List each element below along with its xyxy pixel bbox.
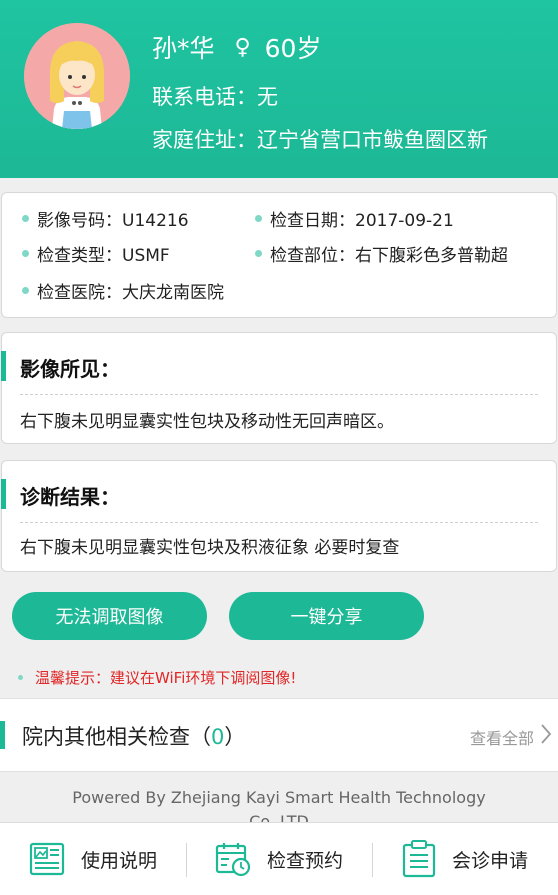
- no-image-button[interactable]: 无法调取图像: [12, 592, 207, 640]
- related-count: 0: [211, 725, 225, 749]
- findings-card: 影像所见： 右下腹未见明显囊实性包块及移动性无回声暗区。: [1, 332, 557, 444]
- bullet-icon: [18, 675, 23, 680]
- tab-instructions[interactable]: 使用说明: [0, 823, 186, 895]
- section-accent-bar: [1, 351, 6, 381]
- chevron-right-icon[interactable]: [540, 723, 552, 750]
- calendar-clock-icon: [215, 843, 251, 877]
- related-exams-title: 院内其他相关检查（0）: [22, 725, 246, 749]
- patient-header: 孙*华 ♀ 60岁 联系电话：无 家庭住址：辽宁省营口市鲅鱼圈区新: [0, 0, 558, 178]
- findings-title: 影像所见：: [20, 357, 120, 381]
- tab-label: 会诊申请: [451, 849, 528, 872]
- tab-consultation[interactable]: 会诊申请: [372, 823, 558, 895]
- girl-avatar-icon: [24, 23, 130, 129]
- powered-by-text: Powered By Zhejiang Kayi Smart Health Te…: [72, 788, 486, 822]
- wifi-tip: 温馨提示：建议在WiFi环境下调阅图像!: [18, 667, 296, 688]
- related-exams-row[interactable]: 院内其他相关检查（0） 查看全部: [0, 698, 558, 772]
- exam-part: 检查部位：右下腹彩色多普勒超: [255, 241, 508, 266]
- bottom-tab-bar: 使用说明 检查预约 会诊申请: [0, 822, 558, 895]
- findings-text: 右下腹未见明显囊实性包块及移动性无回声暗区。: [20, 412, 394, 432]
- exam-hospital: 检查医院：大庆龙南医院: [22, 278, 224, 303]
- diagnosis-text: 右下腹未见明显囊实性包块及积液征象 必要时复查: [20, 538, 400, 558]
- diagnosis-title: 诊断结果：: [20, 485, 120, 509]
- section-accent-bar: [0, 721, 5, 749]
- female-icon: ♀: [234, 34, 251, 60]
- section-divider: [20, 394, 538, 395]
- image-doc-icon: [29, 842, 65, 876]
- section-divider: [20, 522, 538, 523]
- section-accent-bar: [1, 479, 6, 509]
- avatar: [24, 23, 130, 129]
- patient-age: 60岁: [264, 34, 322, 63]
- bullet-icon: [22, 287, 29, 294]
- patient-phone: 联系电话：无: [152, 85, 278, 109]
- patient-name-row: 孙*华 ♀ 60岁: [152, 29, 321, 65]
- exam-date: 检查日期：2017-09-21: [255, 206, 454, 231]
- image-number: 影像号码：U14216: [22, 206, 189, 231]
- bullet-icon: [22, 215, 29, 222]
- exam-info-card: 影像号码：U14216 检查日期：2017-09-21 检查类型：USMF 检查…: [1, 192, 557, 318]
- view-all-link[interactable]: 查看全部: [470, 725, 534, 749]
- tab-label: 使用说明: [80, 849, 157, 872]
- diagnosis-card: 诊断结果： 右下腹未见明显囊实性包块及积液征象 必要时复查: [1, 460, 557, 572]
- patient-name: 孙*华: [152, 34, 215, 63]
- tab-appointment[interactable]: 检查预约: [186, 823, 372, 895]
- bullet-icon: [255, 215, 262, 222]
- clipboard-icon: [402, 840, 436, 878]
- share-button[interactable]: 一键分享: [229, 592, 424, 640]
- tab-label: 检查预约: [266, 849, 343, 872]
- bullet-icon: [255, 250, 262, 257]
- patient-address: 家庭住址：辽宁省营口市鲅鱼圈区新: [152, 128, 488, 152]
- bullet-icon: [22, 250, 29, 257]
- exam-type: 检查类型：USMF: [22, 241, 170, 266]
